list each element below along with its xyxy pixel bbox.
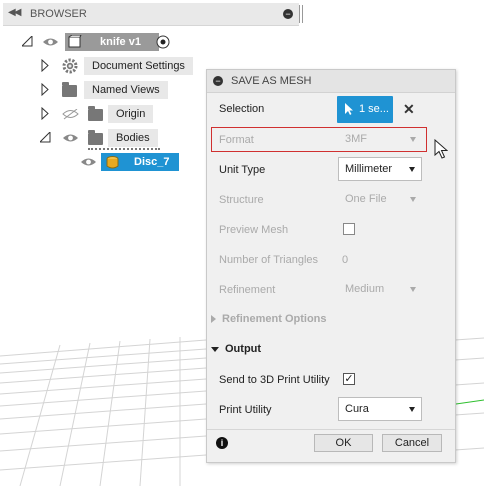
tree-label-bodies: Bodies bbox=[108, 129, 158, 147]
output-section[interactable]: Output bbox=[211, 343, 261, 355]
selection-underline bbox=[88, 146, 160, 150]
tree-item-document-settings[interactable]: Document Settings bbox=[0, 56, 200, 76]
send-to-print-label: Send to 3D Print Utility bbox=[219, 374, 330, 386]
chevron-down-icon bbox=[410, 197, 416, 202]
tree-label-origin: Origin bbox=[108, 105, 154, 123]
browser-header: ◀◀ BROWSER − bbox=[3, 3, 303, 26]
preview-mesh-checkbox[interactable] bbox=[343, 223, 355, 235]
unit-type-value: Millimeter bbox=[345, 163, 393, 175]
expand-arrow-icon[interactable] bbox=[41, 59, 49, 72]
expand-arrow-icon bbox=[211, 315, 216, 324]
component-icon bbox=[68, 35, 82, 48]
refinement-options-label: Refinement Options bbox=[222, 313, 327, 325]
info-icon[interactable]: i bbox=[216, 437, 228, 449]
eye-icon[interactable] bbox=[42, 37, 59, 47]
ok-button[interactable]: OK bbox=[314, 434, 373, 452]
dialog-title: SAVE AS MESH bbox=[231, 75, 312, 87]
format-label: Format bbox=[219, 134, 254, 146]
refinement-options-section[interactable]: Refinement Options bbox=[211, 313, 327, 325]
minimize-icon[interactable]: − bbox=[283, 9, 293, 19]
mouse-pointer-icon bbox=[434, 139, 448, 159]
save-as-mesh-dialog: − SAVE AS MESH Selection 1 se... ✕ Forma… bbox=[206, 69, 456, 463]
minimize-icon[interactable]: − bbox=[213, 76, 223, 86]
selection-count: 1 se... bbox=[359, 103, 389, 115]
collapse-arrow-icon bbox=[211, 346, 219, 352]
pointer-icon bbox=[345, 103, 353, 115]
footer-divider bbox=[207, 429, 455, 430]
selection-label: Selection bbox=[219, 103, 265, 115]
structure-dropdown: One File bbox=[338, 188, 422, 212]
tree-item-named-views[interactable]: Named Views bbox=[0, 80, 200, 100]
chevron-down-icon bbox=[409, 407, 415, 412]
tree-label-knife: knife v1 bbox=[100, 36, 141, 48]
eye-icon[interactable] bbox=[62, 133, 79, 143]
print-utility-dropdown[interactable]: Cura bbox=[338, 397, 422, 421]
tree-label-named-views: Named Views bbox=[84, 81, 168, 99]
tree-label-disc: Disc_7 bbox=[134, 156, 170, 168]
structure-label: Structure bbox=[219, 194, 264, 206]
resize-grip-icon[interactable] bbox=[299, 5, 303, 23]
print-utility-value: Cura bbox=[345, 403, 369, 415]
folder-icon bbox=[88, 130, 103, 145]
browser-title: BROWSER bbox=[30, 8, 87, 20]
body-icon bbox=[106, 156, 119, 169]
cancel-button[interactable]: Cancel bbox=[382, 434, 442, 452]
refinement-dropdown: Medium bbox=[338, 278, 422, 302]
triangles-value: 0 bbox=[342, 254, 349, 266]
clear-selection-icon[interactable]: ✕ bbox=[403, 102, 415, 116]
output-label: Output bbox=[225, 343, 262, 355]
structure-value: One File bbox=[345, 193, 387, 205]
format-value: 3MF bbox=[345, 133, 367, 145]
tree-item-knife[interactable]: knife v1 bbox=[0, 32, 200, 52]
refinement-label: Refinement bbox=[219, 284, 276, 296]
folder-icon bbox=[88, 106, 103, 121]
chevron-down-icon bbox=[410, 137, 416, 142]
preview-mesh-label: Preview Mesh bbox=[219, 224, 289, 236]
refinement-value: Medium bbox=[345, 283, 385, 295]
dialog-title-bar[interactable]: − SAVE AS MESH bbox=[207, 70, 455, 93]
unit-type-label: Unit Type bbox=[219, 164, 266, 176]
expand-triangle-icon[interactable] bbox=[22, 36, 33, 47]
eye-icon[interactable] bbox=[80, 157, 97, 167]
tree-item-origin[interactable]: Origin bbox=[0, 104, 200, 124]
unit-type-dropdown[interactable]: Millimeter bbox=[338, 157, 422, 181]
expand-arrow-icon[interactable] bbox=[41, 107, 49, 120]
folder-icon bbox=[62, 82, 77, 97]
format-dropdown: 3MF bbox=[338, 128, 422, 152]
print-utility-label: Print Utility bbox=[219, 404, 272, 416]
expand-arrow-icon[interactable] bbox=[41, 83, 49, 96]
tree-item-bodies[interactable]: Bodies bbox=[0, 128, 200, 150]
activate-radio-icon[interactable] bbox=[156, 35, 170, 49]
hidden-eye-icon[interactable] bbox=[62, 109, 79, 120]
tree-label-document-settings: Document Settings bbox=[84, 57, 193, 75]
collapse-triangle-icon[interactable] bbox=[40, 132, 51, 143]
collapse-icon[interactable]: ◀◀ bbox=[8, 7, 21, 18]
chevron-down-icon bbox=[409, 167, 415, 172]
triangles-label: Number of Triangles bbox=[219, 254, 319, 266]
tree-item-disc[interactable]: Disc_7 bbox=[0, 152, 200, 172]
send-to-print-checkbox[interactable]: ✓ bbox=[343, 373, 355, 385]
chevron-down-icon bbox=[410, 287, 416, 292]
gear-icon bbox=[62, 58, 78, 74]
selection-button[interactable]: 1 se... bbox=[337, 96, 393, 123]
